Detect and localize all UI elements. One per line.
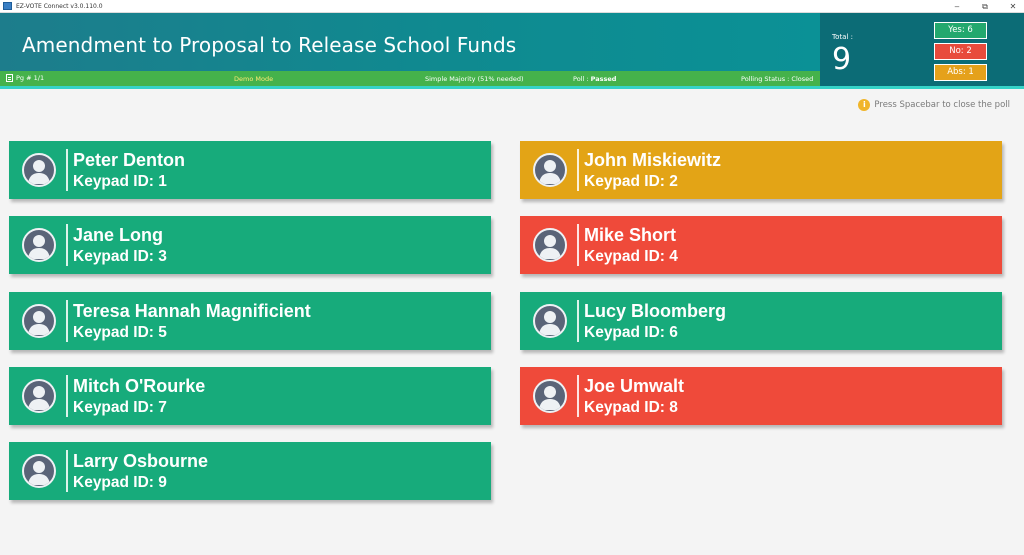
avatar-icon <box>22 153 56 187</box>
voter-card: Mitch O'Rourke Keypad ID: 7 <box>9 367 491 425</box>
window-controls: – ⧉ ✕ <box>952 0 1018 13</box>
status-bar: Pg # 1/1 Demo Mode Simple Majority (51% … <box>0 71 820 86</box>
poll-title: Amendment to Proposal to Release School … <box>22 33 517 57</box>
info-icon: i <box>858 99 871 111</box>
poll-header: Amendment to Proposal to Release School … <box>0 13 820 71</box>
voter-name: Peter Denton <box>73 150 186 170</box>
voter-keypad-id: Keypad ID: 8 <box>584 399 678 416</box>
voter-name: Mitch O'Rourke <box>73 376 206 396</box>
page-indicator: Pg # 1/1 <box>6 74 44 82</box>
poll-result: Poll : Passed <box>573 75 616 83</box>
app-icon <box>3 2 12 10</box>
voter-card: Jane Long Keypad ID: 3 <box>9 216 491 274</box>
voter-name: Mike Short <box>584 225 677 245</box>
voter-name: John Miskiewitz <box>584 150 722 170</box>
card-divider <box>66 450 68 492</box>
poll-result-value: Passed <box>590 75 617 83</box>
polling-status: Polling Status : Closed <box>741 75 814 83</box>
minimize-icon[interactable]: – <box>952 0 962 13</box>
totals-panel: Total : 9 Yes: 6 No: 2 Abs: 1 <box>820 13 1024 86</box>
avatar-icon <box>533 228 567 262</box>
mode-label: Demo Mode <box>234 75 274 83</box>
avatar-icon <box>22 228 56 262</box>
card-divider <box>577 149 579 191</box>
page-number: Pg # 1/1 <box>16 74 45 82</box>
yes-count-badge: Yes: 6 <box>934 22 987 39</box>
card-divider <box>66 300 68 342</box>
voter-name: Larry Osbourne <box>73 451 209 471</box>
abstain-count-badge: Abs: 1 <box>934 64 987 81</box>
page-icon <box>6 74 13 82</box>
majority-label: Simple Majority (51% needed) <box>425 75 524 83</box>
voter-keypad-id: Keypad ID: 5 <box>73 324 167 341</box>
voter-keypad-id: Keypad ID: 1 <box>73 173 167 190</box>
voter-card: Peter Denton Keypad ID: 1 <box>9 141 491 199</box>
voter-keypad-id: Keypad ID: 6 <box>584 324 678 341</box>
avatar-icon <box>22 379 56 413</box>
poll-result-label: Poll : <box>573 75 591 83</box>
window-title-bar: EZ-VOTE Connect v3.0.110.0 – ⧉ ✕ <box>0 0 1024 13</box>
header-accent-line <box>0 86 1024 89</box>
total-label: Total : <box>832 33 853 41</box>
voter-card: John Miskiewitz Keypad ID: 2 <box>520 141 1002 199</box>
card-divider <box>66 224 68 266</box>
voter-name: Teresa Hannah Magnificient <box>73 301 311 321</box>
card-divider <box>577 224 579 266</box>
window-title: EZ-VOTE Connect v3.0.110.0 <box>16 2 103 10</box>
voter-keypad-id: Keypad ID: 3 <box>73 248 167 265</box>
no-count-badge: No: 2 <box>934 43 987 60</box>
hint-text: Press Spacebar to close the poll <box>874 100 1010 110</box>
avatar-icon <box>22 304 56 338</box>
close-icon[interactable]: ✕ <box>1008 0 1018 13</box>
total-value: 9 <box>832 42 852 77</box>
voter-keypad-id: Keypad ID: 2 <box>584 173 678 190</box>
voter-keypad-id: Keypad ID: 9 <box>73 474 167 491</box>
avatar-icon <box>22 454 56 488</box>
voter-keypad-id: Keypad ID: 4 <box>584 248 678 265</box>
voter-card: Larry Osbourne Keypad ID: 9 <box>9 442 491 500</box>
restore-icon[interactable]: ⧉ <box>980 0 990 13</box>
voter-keypad-id: Keypad ID: 7 <box>73 399 167 416</box>
avatar-icon <box>533 304 567 338</box>
card-divider <box>66 149 68 191</box>
card-divider <box>577 300 579 342</box>
voter-name: Jane Long <box>73 225 164 245</box>
voter-card: Teresa Hannah Magnificient Keypad ID: 5 <box>9 292 491 350</box>
voter-card: Joe Umwalt Keypad ID: 8 <box>520 367 1002 425</box>
voter-name: Joe Umwalt <box>584 376 685 396</box>
card-divider <box>66 375 68 417</box>
avatar-icon <box>533 379 567 413</box>
voter-card: Mike Short Keypad ID: 4 <box>520 216 1002 274</box>
card-divider <box>577 375 579 417</box>
avatar-icon <box>533 153 567 187</box>
voter-name: Lucy Bloomberg <box>584 301 727 321</box>
close-poll-hint: i Press Spacebar to close the poll <box>858 99 1010 111</box>
voter-card: Lucy Bloomberg Keypad ID: 6 <box>520 292 1002 350</box>
